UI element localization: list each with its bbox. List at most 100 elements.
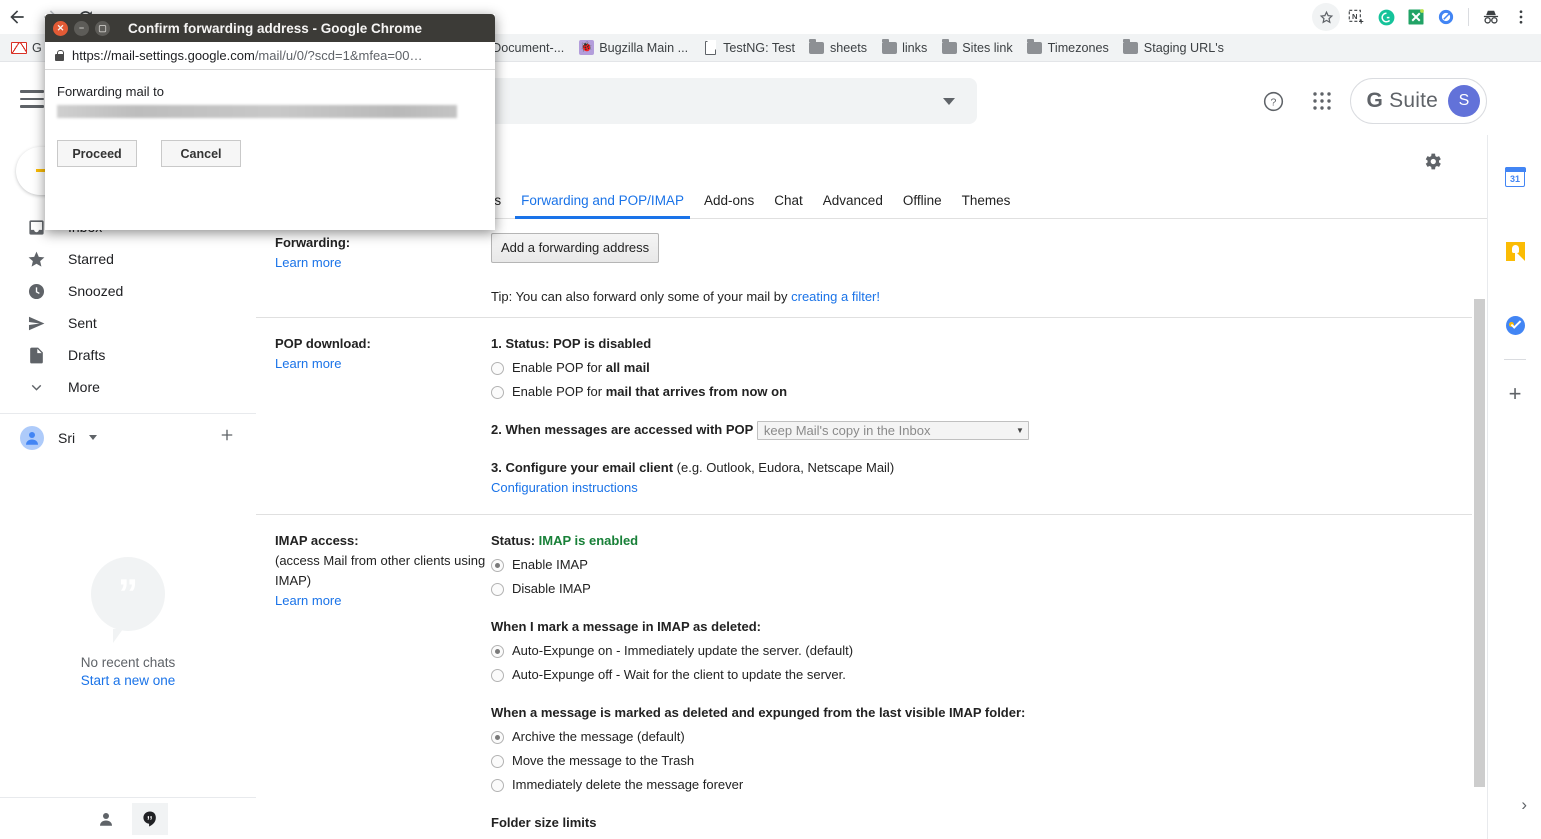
- add-app-icon[interactable]: +: [1488, 366, 1541, 422]
- account-switcher[interactable]: Sri: [20, 425, 98, 450]
- tab-forwarding-and-pop-imap[interactable]: Forwarding and POP/IMAP: [511, 193, 694, 219]
- hangouts-icon[interactable]: [132, 802, 168, 835]
- draft-icon: [26, 345, 46, 365]
- tab-themes[interactable]: Themes: [952, 193, 1021, 218]
- pop-all-mail-option[interactable]: Enable POP for all mail: [491, 358, 1447, 378]
- sidebar-item-label: Sent: [68, 315, 97, 331]
- header-right-group: ? G Suite S: [1254, 78, 1487, 124]
- imap-delete-forever-option[interactable]: Immediately delete the message forever: [491, 775, 1447, 795]
- tab-add-ons[interactable]: Add-ons: [694, 193, 764, 218]
- start-new-chat-link[interactable]: Start a new one: [0, 673, 256, 688]
- pop-controls: 1. Status: POP is disabled Enable POP fo…: [491, 334, 1487, 498]
- notion-extension-icon[interactable]: N: [1342, 3, 1370, 31]
- sidebar-item-snoozed[interactable]: Snoozed: [0, 275, 256, 307]
- help-icon[interactable]: ?: [1254, 81, 1294, 121]
- imap-expunged-group: When a message is marked as deleted and …: [491, 703, 1447, 795]
- google-keep-icon[interactable]: [1488, 223, 1541, 279]
- apps-grid-icon[interactable]: [1302, 81, 1342, 121]
- person-icon[interactable]: [88, 803, 124, 835]
- pop-step3-bold: 3. Configure your email client: [491, 460, 674, 476]
- google-calendar-icon[interactable]: 31: [1488, 149, 1541, 205]
- pop-from-now-prefix: Enable POP for: [512, 384, 606, 399]
- radio-enable-imap[interactable]: [491, 558, 504, 572]
- toolbar-divider: [1468, 8, 1469, 26]
- sidebar-item-more[interactable]: More: [0, 371, 256, 403]
- pop-action-select[interactable]: keep Mail's copy in the Inbox ▼: [756, 421, 1029, 441]
- bookmark-sites-link-folder[interactable]: Sites link: [934, 36, 1019, 60]
- pop-step3-rest: (e.g. Outlook, Eudora, Netscape Mail): [673, 460, 895, 476]
- colorzilla-extension-icon[interactable]: [1432, 3, 1460, 31]
- sidebar-item-starred[interactable]: Starred: [0, 243, 256, 275]
- imap-auto-expunge-on-option[interactable]: Auto-Expunge on - Immediately update the…: [491, 641, 1447, 661]
- avatar[interactable]: S: [1448, 85, 1480, 117]
- tab-offline[interactable]: Offline: [893, 193, 952, 218]
- forwarding-learn-more-link[interactable]: Learn more: [275, 253, 491, 273]
- radio-pop-all-mail[interactable]: [491, 361, 504, 375]
- creating-a-filter-link[interactable]: creating a filter!: [791, 289, 880, 304]
- configuration-instructions-link[interactable]: Configuration instructions: [491, 478, 1447, 498]
- google-tasks-icon[interactable]: [1488, 297, 1541, 353]
- radio-delete-forever[interactable]: [491, 778, 504, 792]
- bookmark-timezones-folder[interactable]: Timezones: [1020, 36, 1116, 60]
- sidebar-item-drafts[interactable]: Drafts: [0, 339, 256, 371]
- chevron-right-icon[interactable]: ›: [1521, 795, 1527, 815]
- grammarly-extension-icon[interactable]: [1372, 3, 1400, 31]
- tab-chat[interactable]: Chat: [764, 193, 813, 218]
- pop-from-now-on-option[interactable]: Enable POP for mail that arrives from no…: [491, 382, 1447, 402]
- bookmark-testng[interactable]: TestNG: Test: [695, 36, 802, 60]
- imap-delete-forever-label: Immediately delete the message forever: [512, 777, 744, 793]
- main-menu-icon[interactable]: [20, 90, 44, 108]
- chrome-menu-icon[interactable]: [1507, 3, 1535, 31]
- minimize-icon[interactable]: −: [74, 20, 89, 36]
- imap-auto-expunge-off-option[interactable]: Auto-Expunge off - Wait for the client t…: [491, 665, 1447, 685]
- settings-scrollbar[interactable]: [1472, 219, 1487, 839]
- gmail-sidebar: Inbox Starred Snoozed Sent: [0, 135, 256, 839]
- cancel-button[interactable]: Cancel: [161, 140, 241, 167]
- bookmark-links-folder[interactable]: links: [874, 36, 934, 60]
- imap-learn-more-link[interactable]: Learn more: [275, 591, 491, 611]
- scrollbar-thumb[interactable]: [1474, 299, 1485, 787]
- bookmark-label: TestNG: Test: [723, 40, 795, 55]
- chevron-down-icon: [26, 377, 46, 397]
- bookmark-gmail[interactable]: G: [4, 36, 49, 60]
- imap-archive-option[interactable]: Archive the message (default): [491, 727, 1447, 747]
- bookmark-staging-urls-folder[interactable]: Staging URL's: [1116, 36, 1231, 60]
- imap-trash-option[interactable]: Move the message to the Trash: [491, 751, 1447, 771]
- pop-learn-more-link[interactable]: Learn more: [275, 354, 491, 374]
- proceed-button[interactable]: Proceed: [57, 140, 137, 167]
- folder-icon: [809, 39, 825, 56]
- pop-all-mail-bold: all mail: [605, 360, 650, 375]
- sidebar-item-label: Drafts: [68, 347, 106, 363]
- add-forwarding-address-button[interactable]: Add a forwarding address: [491, 233, 660, 263]
- gear-icon[interactable]: [1422, 151, 1443, 177]
- radio-disable-imap[interactable]: [491, 582, 504, 596]
- imap-deleted-heading: When I mark a message in IMAP as deleted…: [491, 619, 761, 635]
- back-arrow-icon[interactable]: [0, 0, 34, 34]
- radio-archive-message[interactable]: [491, 730, 504, 744]
- imap-auto-expunge-off-label: Auto-Expunge off - Wait for the client t…: [512, 667, 846, 683]
- bookmark-bugzilla[interactable]: 🐞 Bugzilla Main ...: [571, 36, 695, 60]
- pop-step2-label: 2. When messages are accessed with POP: [491, 422, 754, 437]
- radio-move-to-trash[interactable]: [491, 754, 504, 768]
- gsuite-account-chip[interactable]: G Suite S: [1349, 78, 1487, 124]
- incognito-icon[interactable]: [1477, 3, 1505, 31]
- radio-auto-expunge-on[interactable]: [491, 644, 504, 658]
- imap-disable-option[interactable]: Disable IMAP: [491, 579, 1447, 599]
- tab-label: Chat: [774, 193, 803, 208]
- excel-extension-icon[interactable]: [1402, 3, 1430, 31]
- search-input[interactable]: [480, 78, 977, 124]
- imap-status-value: IMAP is enabled: [538, 533, 639, 549]
- bookmark-star-icon[interactable]: [1312, 3, 1340, 31]
- radio-auto-expunge-off[interactable]: [491, 668, 504, 682]
- imap-archive-label: Archive the message (default): [512, 729, 685, 745]
- chevron-down-icon: [89, 435, 98, 440]
- bookmark-sheets-folder[interactable]: sheets: [802, 36, 874, 60]
- maximize-icon[interactable]: ▢: [95, 20, 110, 36]
- search-options-chevron-down-icon[interactable]: [943, 98, 955, 105]
- radio-pop-from-now-on[interactable]: [491, 385, 504, 399]
- tab-advanced[interactable]: Advanced: [813, 193, 893, 218]
- sidebar-item-sent[interactable]: Sent: [0, 307, 256, 339]
- imap-enable-option[interactable]: Enable IMAP: [491, 555, 1447, 575]
- close-icon[interactable]: ✕: [53, 20, 68, 36]
- add-account-plus-icon[interactable]: [218, 426, 236, 449]
